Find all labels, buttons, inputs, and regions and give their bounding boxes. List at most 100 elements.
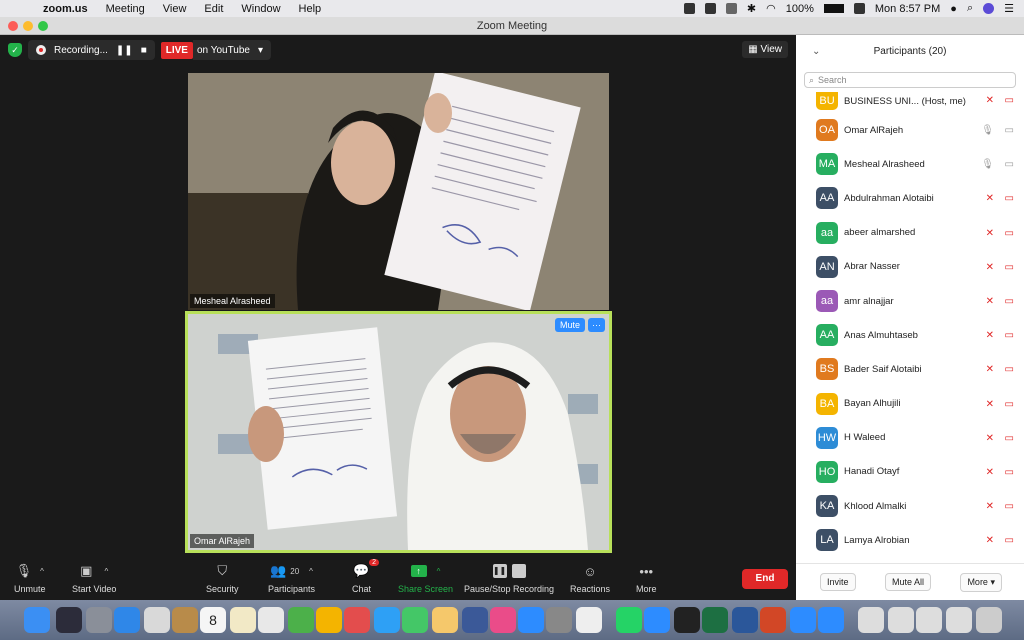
participant-row[interactable]: BA Bayan Alhujili ✕ ▭ [796, 387, 1024, 421]
maps-icon[interactable] [288, 607, 314, 633]
zoom-status-icon[interactable] [683, 3, 695, 14]
minimize-window-icon[interactable] [23, 21, 33, 31]
mic-muted-icon[interactable]: ✕ [986, 296, 994, 307]
participant-row[interactable]: aa amr alnajjar ✕ ▭ [796, 284, 1024, 318]
notes-icon[interactable] [172, 607, 198, 633]
pages-icon[interactable] [432, 607, 458, 633]
mic-muted-icon[interactable]: ✕ [986, 193, 994, 204]
chat-button[interactable]: 💬 2 Chat [352, 559, 380, 594]
spotlight-icon[interactable]: ⌕ [967, 2, 973, 15]
pause-recording-icon[interactable]: ❚❚ [116, 45, 133, 56]
tile-mute-button[interactable]: Mute [554, 318, 585, 332]
video-off-icon[interactable]: ▭ [1005, 399, 1014, 410]
clock[interactable]: Mon 8:57 PM [875, 3, 940, 15]
video-icon[interactable]: ▭ [1005, 125, 1014, 136]
reminders-icon[interactable] [258, 607, 284, 633]
mic-muted-icon[interactable]: ✕ [986, 228, 994, 239]
share-screen-button[interactable]: ↑ ^ Share Screen [398, 562, 453, 594]
launchpad-icon[interactable] [86, 607, 112, 633]
zoom-icon[interactable] [644, 607, 670, 633]
video-off-icon[interactable]: ▭ [1005, 433, 1014, 444]
live-destination[interactable]: on YouTube ▾ [192, 40, 272, 60]
wifi-icon[interactable]: ◠ [766, 2, 776, 15]
mic-muted-icon[interactable]: ✕ [986, 501, 994, 512]
invite-button[interactable]: Invite [820, 573, 856, 591]
finder-icon[interactable] [24, 607, 50, 633]
zoom-alt-icon[interactable] [818, 607, 844, 633]
menu-meeting[interactable]: Meeting [97, 3, 154, 15]
numbers-icon[interactable] [462, 607, 488, 633]
menu-app[interactable]: zoom.us [34, 3, 97, 15]
battery-icon[interactable] [823, 4, 844, 13]
video-off-icon[interactable]: ▭ [1005, 95, 1014, 106]
participant-row[interactable]: MA Mesheal Alrasheed 🎙 ▭ [796, 147, 1024, 181]
video-tile-omar[interactable]: Mute ··· Omar AlRajeh [185, 311, 612, 553]
menu-view[interactable]: View [154, 3, 196, 15]
start-video-button[interactable]: ▣ ^ Start Video [72, 562, 116, 594]
video-off-icon[interactable]: ▭ [1005, 535, 1014, 546]
whatsapp-icon[interactable] [616, 607, 642, 633]
participant-row[interactable]: HO Hanadi Otayf ✕ ▭ [796, 455, 1024, 489]
document-icon[interactable] [888, 607, 914, 633]
mic-muted-icon[interactable]: ✕ [986, 433, 994, 444]
maximize-window-icon[interactable] [38, 21, 48, 31]
more-button[interactable]: ••• More [636, 562, 657, 595]
participants-button[interactable]: 👥 20 ^ Participants [268, 562, 315, 594]
preview-icon[interactable] [576, 607, 602, 633]
powerpoint-icon[interactable] [760, 607, 786, 633]
encryption-shield-icon[interactable]: ✓ [8, 43, 22, 57]
video-off-icon[interactable]: ▭ [1005, 467, 1014, 478]
mic-muted-icon[interactable]: ✕ [986, 467, 994, 478]
mic-muted-icon[interactable]: ✕ [986, 535, 994, 546]
unmute-button[interactable]: 🎙 ^ Unmute [14, 562, 46, 594]
trash-icon[interactable] [976, 607, 1002, 633]
participant-row[interactable]: BS Bader Saif Alotaibi ✕ ▭ [796, 352, 1024, 386]
teams-icon[interactable] [790, 607, 816, 633]
notification-center-icon[interactable]: ☰ [1004, 2, 1014, 15]
stop-recording-icon[interactable]: ■ [141, 45, 147, 56]
menu-edit[interactable]: Edit [195, 3, 232, 15]
calendar-icon[interactable]: 8 [200, 607, 226, 633]
live-stream-indicator[interactable]: LIVE on YouTube ▾ [160, 40, 272, 60]
participant-row[interactable]: AN Abrar Nasser ✕ ▭ [796, 250, 1024, 284]
mic-icon[interactable]: 🎙 [981, 125, 994, 136]
document-icon[interactable] [858, 607, 884, 633]
document-icon[interactable] [946, 607, 972, 633]
bluetooth-icon[interactable]: ✱ [747, 2, 756, 15]
participant-row[interactable]: AA Abdulrahman Alotaibi ✕ ▭ [796, 181, 1024, 215]
participant-row[interactable]: aa abeer almarshed ✕ ▭ [796, 216, 1024, 250]
keyboard-icon[interactable] [853, 3, 865, 14]
chevron-up-icon[interactable]: ^ [104, 567, 108, 576]
participant-search-input[interactable]: ⌕ Search [804, 72, 1016, 88]
mic-muted-icon[interactable]: ✕ [986, 262, 994, 273]
mic-muted-icon[interactable]: ✕ [986, 399, 994, 410]
mic-muted-icon[interactable]: ✕ [986, 95, 994, 106]
menu-help[interactable]: Help [290, 3, 331, 15]
terminal-icon[interactable] [674, 607, 700, 633]
participant-row[interactable]: BU BUSINESS UNI... (Host, me) ✕ ▭ [796, 89, 1024, 113]
system-preferences-icon[interactable] [546, 607, 572, 633]
siri-icon[interactable] [56, 607, 82, 633]
end-meeting-button[interactable]: End [742, 569, 788, 589]
mute-all-button[interactable]: Mute All [884, 573, 931, 591]
participant-row[interactable]: AA Anas Almuhtaseb ✕ ▭ [796, 318, 1024, 352]
chevron-up-icon[interactable]: ^ [40, 567, 44, 576]
chevron-up-icon[interactable]: ^ [437, 567, 441, 576]
mic-icon[interactable]: 🎙 [981, 159, 994, 170]
participant-row[interactable]: HW H Waleed ✕ ▭ [796, 421, 1024, 455]
participant-row[interactable]: LA Lamya Alrobian ✕ ▭ [796, 523, 1024, 557]
more-options-button[interactable]: More ▾ [960, 572, 1002, 592]
tile-more-button[interactable]: ··· [588, 318, 605, 332]
chevron-up-icon[interactable]: ^ [309, 567, 313, 576]
video-off-icon[interactable]: ▭ [1005, 364, 1014, 375]
messages-icon[interactable] [374, 607, 400, 633]
video-icon[interactable]: ▭ [1005, 159, 1014, 170]
video-tile-mesheal[interactable]: Mesheal Alrasheed [188, 73, 609, 310]
safari-icon[interactable] [114, 607, 140, 633]
app-store-icon[interactable] [518, 607, 544, 633]
video-off-icon[interactable]: ▭ [1005, 262, 1014, 273]
pause-stop-recording-button[interactable]: ❚❚ Pause/Stop Recording [464, 562, 554, 594]
word-icon[interactable] [732, 607, 758, 633]
participant-row[interactable]: OA Omar AlRajeh 🎙 ▭ [796, 113, 1024, 147]
close-window-icon[interactable] [8, 21, 18, 31]
